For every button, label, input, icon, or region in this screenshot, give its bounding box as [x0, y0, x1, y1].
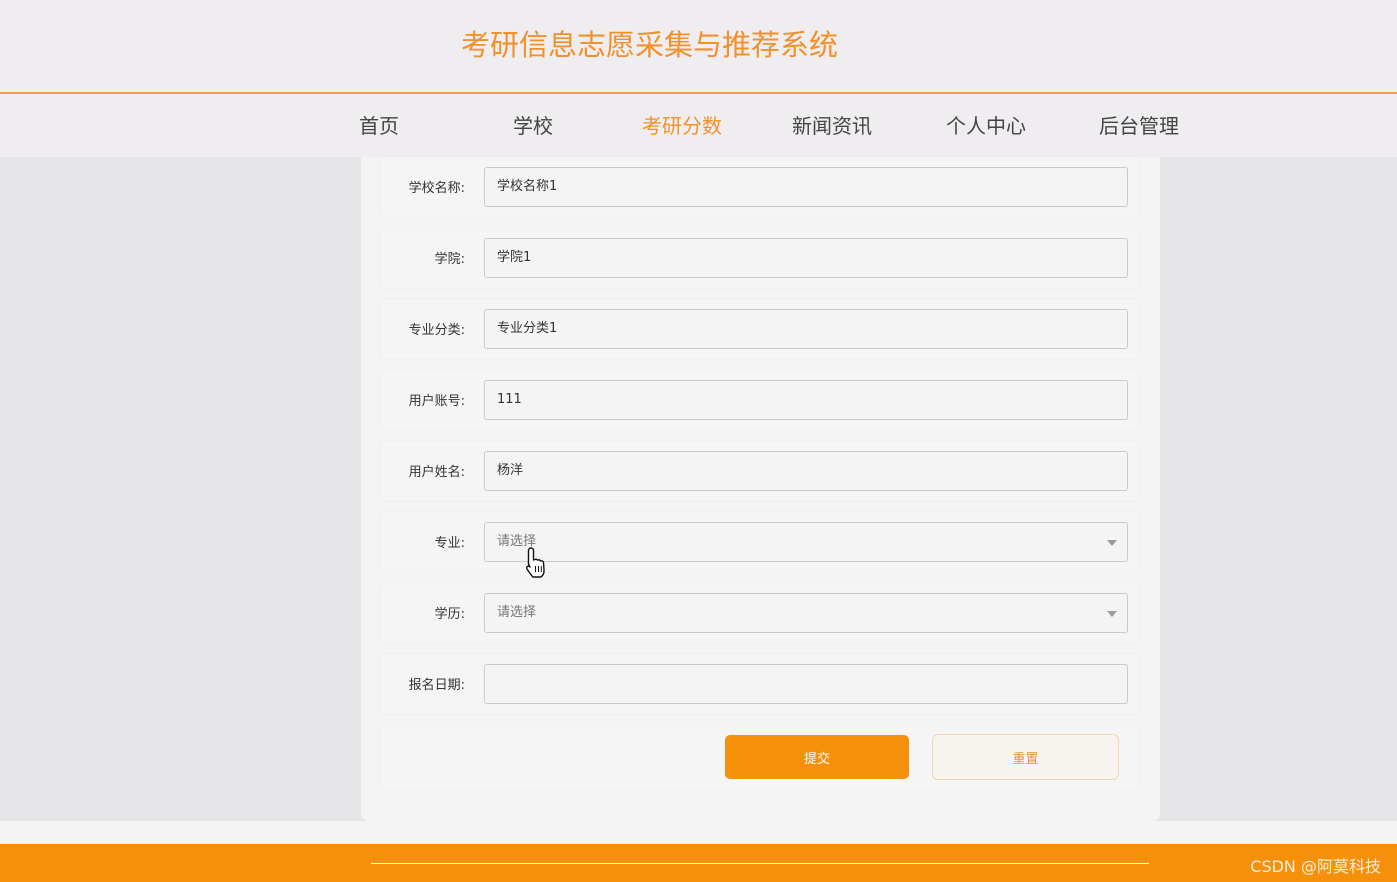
- header-divider: [0, 92, 1397, 94]
- nav-item-admin[interactable]: 后台管理: [1099, 110, 1179, 139]
- school-name-label: 学校名称:: [408, 181, 465, 196]
- education-select[interactable]: 请选择: [484, 593, 1128, 633]
- form-row-user-account: 用户账号: 111: [380, 370, 1139, 430]
- form-row-major: 专业: 请选择: [380, 512, 1139, 572]
- form-row-college: 学院: 学院1: [380, 228, 1139, 288]
- reset-button[interactable]: 重置: [932, 734, 1119, 780]
- major-category-label: 专业分类:: [408, 323, 465, 338]
- footer-spacer: [0, 821, 1397, 844]
- chevron-down-icon: [1107, 540, 1117, 546]
- site-header: 考研信息志愿采集与推荐系统 首页 学校 考研分数 新闻资讯 个人中心 后台管理: [0, 0, 1397, 157]
- footer-divider: [371, 863, 1149, 864]
- form-row-signup-date: 报名日期:: [380, 654, 1139, 714]
- hand-cursor-icon: [525, 547, 545, 578]
- form-row-user-name: 用户姓名: 杨洋: [380, 441, 1139, 501]
- form-row-school-name: 学校名称: 学校名称1: [380, 157, 1139, 217]
- signup-date-input[interactable]: [484, 664, 1128, 704]
- major-category-input[interactable]: 专业分类1: [484, 309, 1128, 349]
- form-actions: 提交 重置: [380, 724, 1139, 790]
- school-name-input[interactable]: 学校名称1: [484, 167, 1128, 207]
- nav-item-exam-scores[interactable]: 考研分数: [642, 110, 722, 139]
- college-input[interactable]: 学院1: [484, 238, 1128, 278]
- user-name-input[interactable]: 杨洋: [484, 451, 1128, 491]
- user-account-input[interactable]: 111: [484, 380, 1128, 420]
- form-row-major-category: 专业分类: 专业分类1: [380, 299, 1139, 359]
- watermark-text: CSDN @阿莫科技: [1250, 857, 1381, 876]
- nav-item-personal-center[interactable]: 个人中心: [946, 110, 1026, 139]
- chevron-down-icon: [1107, 611, 1117, 617]
- education-select-placeholder: 请选择: [497, 605, 537, 620]
- nav-item-school[interactable]: 学校: [513, 110, 553, 139]
- form-row-education: 学历: 请选择: [380, 583, 1139, 643]
- college-label: 学院:: [434, 252, 465, 267]
- submit-button[interactable]: 提交: [725, 735, 909, 779]
- signup-date-label: 报名日期:: [408, 678, 465, 693]
- education-label: 学历:: [434, 607, 465, 622]
- nav-item-home[interactable]: 首页: [359, 110, 399, 139]
- user-account-label: 用户账号:: [408, 394, 465, 409]
- site-footer: CSDN @阿莫科技: [0, 844, 1397, 882]
- user-name-label: 用户姓名:: [408, 465, 465, 480]
- major-select[interactable]: 请选择: [484, 522, 1128, 562]
- major-label: 专业:: [434, 536, 465, 551]
- nav-item-news[interactable]: 新闻资讯: [792, 110, 872, 139]
- site-title: 考研信息志愿采集与推荐系统: [461, 28, 839, 62]
